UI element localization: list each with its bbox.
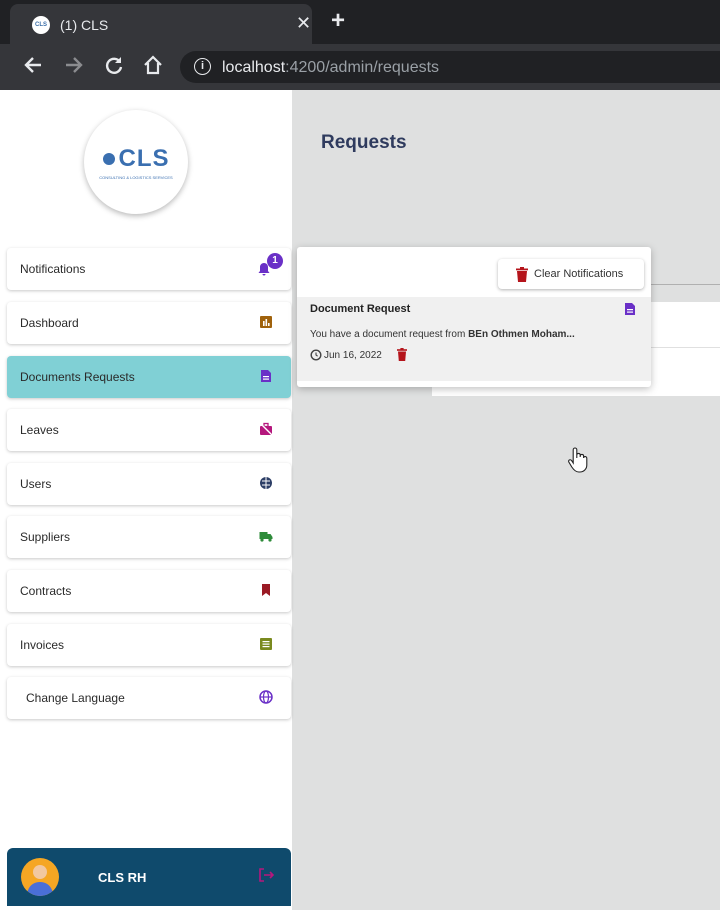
browser-tabbar: CLS (1) CLS ✕ + xyxy=(0,0,720,44)
tab-title: (1) CLS xyxy=(60,17,109,33)
address-url: localhost:4200/admin/requests xyxy=(222,59,440,76)
company-logo: CLS CONSULTING & LOGISTICS SERVICES xyxy=(84,110,188,214)
truck-icon xyxy=(259,532,273,542)
notification-body: You have a document request from BEn Oth… xyxy=(310,329,575,340)
divider xyxy=(650,347,720,348)
app-body: CLS CONSULTING & LOGISTICS SERVICES Noti… xyxy=(0,90,720,910)
page-title: Requests xyxy=(321,132,407,153)
tab-favicon-icon: CLS xyxy=(32,16,50,34)
notification-badge: 1 xyxy=(267,253,283,269)
sidebar: CLS CONSULTING & LOGISTICS SERVICES Noti… xyxy=(0,90,292,910)
avatar[interactable] xyxy=(21,858,59,896)
globe-icon xyxy=(259,690,273,704)
site-info-icon[interactable]: i xyxy=(194,58,211,75)
logo-globe-icon xyxy=(102,152,115,165)
sidebar-item-leaves[interactable]: Leaves xyxy=(7,409,291,451)
user-name: CLS RH xyxy=(98,870,147,885)
sidebar-item-documents-requests[interactable]: Documents Requests xyxy=(7,356,291,398)
suitcase-off-icon xyxy=(259,422,273,436)
back-arrow-icon[interactable] xyxy=(22,54,44,81)
sidebar-item-contracts[interactable]: Contracts xyxy=(7,570,291,612)
globe-users-icon xyxy=(260,477,272,489)
reload-icon[interactable] xyxy=(103,54,125,81)
browser-toolbar: i localhost:4200/admin/requests xyxy=(0,44,720,90)
hand-cursor-icon xyxy=(568,447,588,473)
sidebar-item-change-language[interactable]: Change Language xyxy=(7,677,291,719)
chart-icon xyxy=(260,316,272,328)
user-profile-bar: CLS RH xyxy=(7,848,291,906)
address-bar[interactable]: i localhost:4200/admin/requests xyxy=(180,51,720,83)
sidebar-item-notifications[interactable]: Notifications 1 xyxy=(7,248,291,290)
browser-tab[interactable]: CLS (1) CLS ✕ xyxy=(10,4,312,44)
home-icon[interactable] xyxy=(142,54,164,81)
sidebar-item-dashboard[interactable]: Dashboard xyxy=(7,302,291,344)
logout-icon[interactable] xyxy=(257,866,275,884)
forward-arrow-icon[interactable] xyxy=(63,54,85,81)
sidebar-item-suppliers[interactable]: Suppliers xyxy=(7,516,291,558)
clock-icon xyxy=(310,349,322,361)
sidebar-item-invoices[interactable]: Invoices xyxy=(7,624,291,666)
list-icon xyxy=(260,638,272,650)
delete-notification-icon[interactable] xyxy=(397,348,407,361)
document-icon xyxy=(261,370,271,382)
bookmark-icon xyxy=(262,584,270,596)
document-icon xyxy=(625,303,635,315)
divider xyxy=(650,284,720,285)
notification-item[interactable]: Document Request You have a document req… xyxy=(297,297,651,381)
notification-title: Document Request xyxy=(310,303,411,315)
sidebar-item-users[interactable]: Users xyxy=(7,463,291,505)
trash-icon xyxy=(516,267,528,282)
new-tab-icon[interactable]: + xyxy=(331,7,345,35)
clear-notifications-button[interactable]: Clear Notifications xyxy=(498,259,644,289)
notification-date: Jun 16, 2022 xyxy=(324,350,382,361)
tab-close-icon[interactable]: ✕ xyxy=(296,13,311,34)
notifications-panel: Clear Notifications Document Request You… xyxy=(297,247,651,387)
